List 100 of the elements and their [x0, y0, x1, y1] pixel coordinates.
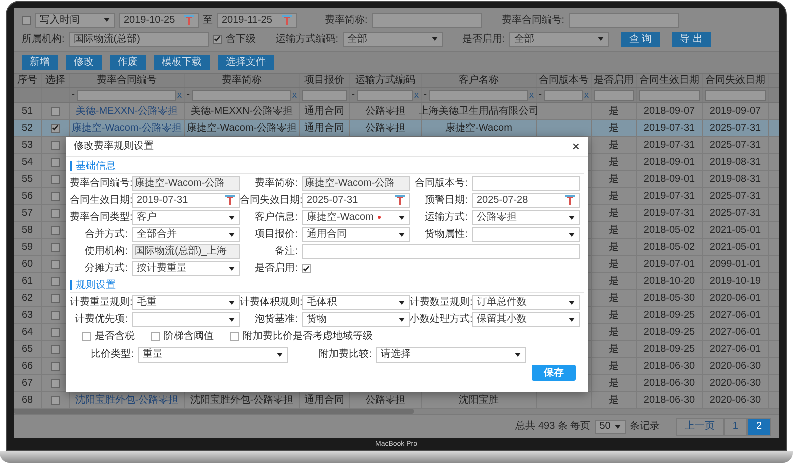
- checkbox[interactable]: [51, 192, 60, 200]
- text-field[interactable]: [302, 244, 580, 259]
- checkbox[interactable]: [302, 264, 311, 273]
- table-cell-text: 2025-07-31: [710, 206, 762, 220]
- table-row[interactable]: 52 康捷空-Wacom-公路零担 康捷空-Wacom-公路零担 通用合同 公路零担 康捷空-Wacom 是 2019-07-31 2025-07-31: [14, 120, 779, 137]
- contract-link[interactable]: 沈阳宝胜外包-公路零担: [75, 392, 179, 408]
- caret-icon: [229, 232, 235, 236]
- operator-label: -: [424, 88, 427, 102]
- select-field[interactable]: 康捷空-Wacom: [302, 210, 410, 225]
- select-field[interactable]: 客户: [132, 210, 240, 225]
- checkbox[interactable]: [151, 332, 160, 341]
- export-button[interactable]: 导 出: [672, 32, 711, 46]
- contract-link[interactable]: 美德-MEXXN-公路零担: [76, 104, 178, 118]
- select-field[interactable]: 全部合并: [132, 227, 240, 242]
- toolbar-button[interactable]: 新增: [22, 55, 58, 70]
- field-label: 合同生效日期:: [70, 194, 132, 208]
- filter-field[interactable]: [705, 90, 766, 100]
- filter-field[interactable]: [77, 90, 176, 100]
- checkbox[interactable]: [22, 16, 31, 24]
- checkbox[interactable]: [51, 208, 60, 218]
- table-cell-text: 2025-07-31: [710, 138, 762, 152]
- page-button[interactable]: 上一页: [676, 418, 724, 436]
- table-cell-text: 2025-07-31: [710, 122, 762, 136]
- date-field[interactable]: 2019-07-31: [132, 193, 240, 208]
- select-field[interactable]: 请选择: [376, 346, 526, 362]
- date-field[interactable]: 2019-10-25: [119, 12, 199, 28]
- filter-field[interactable]: [192, 90, 290, 100]
- contract-link[interactable]: 康捷空-Wacom-公路零担: [72, 120, 182, 136]
- checkbox[interactable]: [51, 328, 60, 336]
- filter-field[interactable]: [544, 90, 582, 100]
- filter-field[interactable]: [302, 90, 347, 100]
- table-cell-text: 2018-05-02: [644, 240, 696, 254]
- checkbox[interactable]: [51, 242, 60, 252]
- query-button[interactable]: 查 询: [621, 32, 660, 46]
- select-field[interactable]: 毛体积: [302, 295, 410, 310]
- table-cell-text: 2018-09-25: [644, 326, 696, 340]
- page-size-select[interactable]: 50: [594, 420, 626, 434]
- date-field[interactable]: 2025-07-28: [472, 193, 580, 208]
- field-label: 客户信息:: [254, 210, 299, 225]
- filter-field[interactable]: [429, 90, 528, 100]
- calendar-icon: [565, 195, 575, 206]
- select-field[interactable]: 订单总件数: [472, 295, 580, 310]
- checkbox[interactable]: [51, 140, 60, 150]
- select-field[interactable]: [132, 312, 240, 327]
- toolbar-button[interactable]: 作废: [110, 55, 146, 70]
- checkbox[interactable]: [51, 344, 60, 354]
- select-field[interactable]: 货物: [302, 312, 410, 327]
- table-cell-text: 是: [609, 258, 619, 272]
- select-field[interactable]: 通用合同: [302, 227, 410, 242]
- checkbox[interactable]: [51, 276, 60, 286]
- scrollbar[interactable]: [14, 409, 779, 414]
- text-field[interactable]: 国际物流(总部): [68, 32, 209, 46]
- table-cell-text: 2027-06-01: [710, 342, 762, 356]
- select-field[interactable]: [472, 227, 580, 242]
- checkbox[interactable]: [212, 34, 222, 44]
- filter-field[interactable]: [357, 90, 412, 100]
- checkbox[interactable]: [51, 124, 60, 132]
- close-button[interactable]: ×: [572, 140, 580, 153]
- checkbox[interactable]: [51, 294, 60, 302]
- date-field[interactable]: 2025-07-31: [302, 193, 410, 208]
- checkbox[interactable]: [51, 106, 60, 116]
- text-field[interactable]: [472, 176, 580, 191]
- checkbox[interactable]: [230, 332, 239, 341]
- save-button[interactable]: 保存: [532, 365, 576, 381]
- table-cell-text: 2018-10-20: [644, 274, 696, 288]
- checkbox[interactable]: [82, 332, 91, 341]
- select-field[interactable]: 重量: [138, 346, 288, 362]
- select-field[interactable]: 写入时间: [35, 12, 115, 28]
- filter-field[interactable]: [594, 90, 634, 100]
- table-row[interactable]: 68 沈阳宝胜外包-公路零担 沈阳宝胜外包-公路零担 通用合同 公路零担 沈阳宝胜 是 2018-06-30 2020-06-30: [14, 392, 779, 409]
- select-field[interactable]: 按计费重量: [132, 261, 240, 276]
- table-cell-text: 2018-06-30: [644, 394, 696, 408]
- select-field[interactable]: 全部: [509, 32, 610, 46]
- table-cell-text: 2020-06-30: [710, 394, 762, 408]
- date-field[interactable]: 2019-11-25: [217, 12, 297, 28]
- toolbar-button[interactable]: 选择文件: [218, 55, 274, 70]
- table-row[interactable]: 51 美德-MEXXN-公路零担 美德-MEXXN-公路零担 通用合同 公路零担 上海美德卫生用品有限公司 是 2018-09-07 2019-09-07: [14, 103, 779, 120]
- table-cell-text: 2018-09-01: [644, 172, 696, 186]
- checkbox[interactable]: [51, 310, 60, 320]
- select-field[interactable]: 公路零担: [472, 210, 580, 225]
- checkbox[interactable]: [51, 362, 60, 370]
- toolbar-button[interactable]: 修改: [66, 55, 102, 70]
- table-cell-text: 公路零担: [366, 122, 406, 136]
- filter-field[interactable]: [639, 90, 700, 100]
- checkbox[interactable]: [51, 226, 60, 234]
- select-field[interactable]: 毛重: [132, 295, 240, 310]
- checkbox[interactable]: [51, 396, 60, 404]
- text-field[interactable]: [568, 12, 679, 28]
- select-field[interactable]: 保留其小数: [472, 312, 580, 327]
- field-label: 备注:: [274, 244, 299, 259]
- checkbox[interactable]: [51, 174, 60, 184]
- select-field[interactable]: 全部: [342, 32, 443, 46]
- checkbox[interactable]: [51, 260, 60, 268]
- toolbar-button[interactable]: 模板下载: [154, 55, 210, 70]
- page-button[interactable]: 1: [724, 418, 748, 436]
- checkbox[interactable]: [51, 378, 60, 388]
- page-button[interactable]: 2: [747, 418, 771, 436]
- text-field[interactable]: [372, 12, 482, 28]
- table-cell-text: 62: [22, 292, 34, 306]
- checkbox[interactable]: [51, 158, 60, 166]
